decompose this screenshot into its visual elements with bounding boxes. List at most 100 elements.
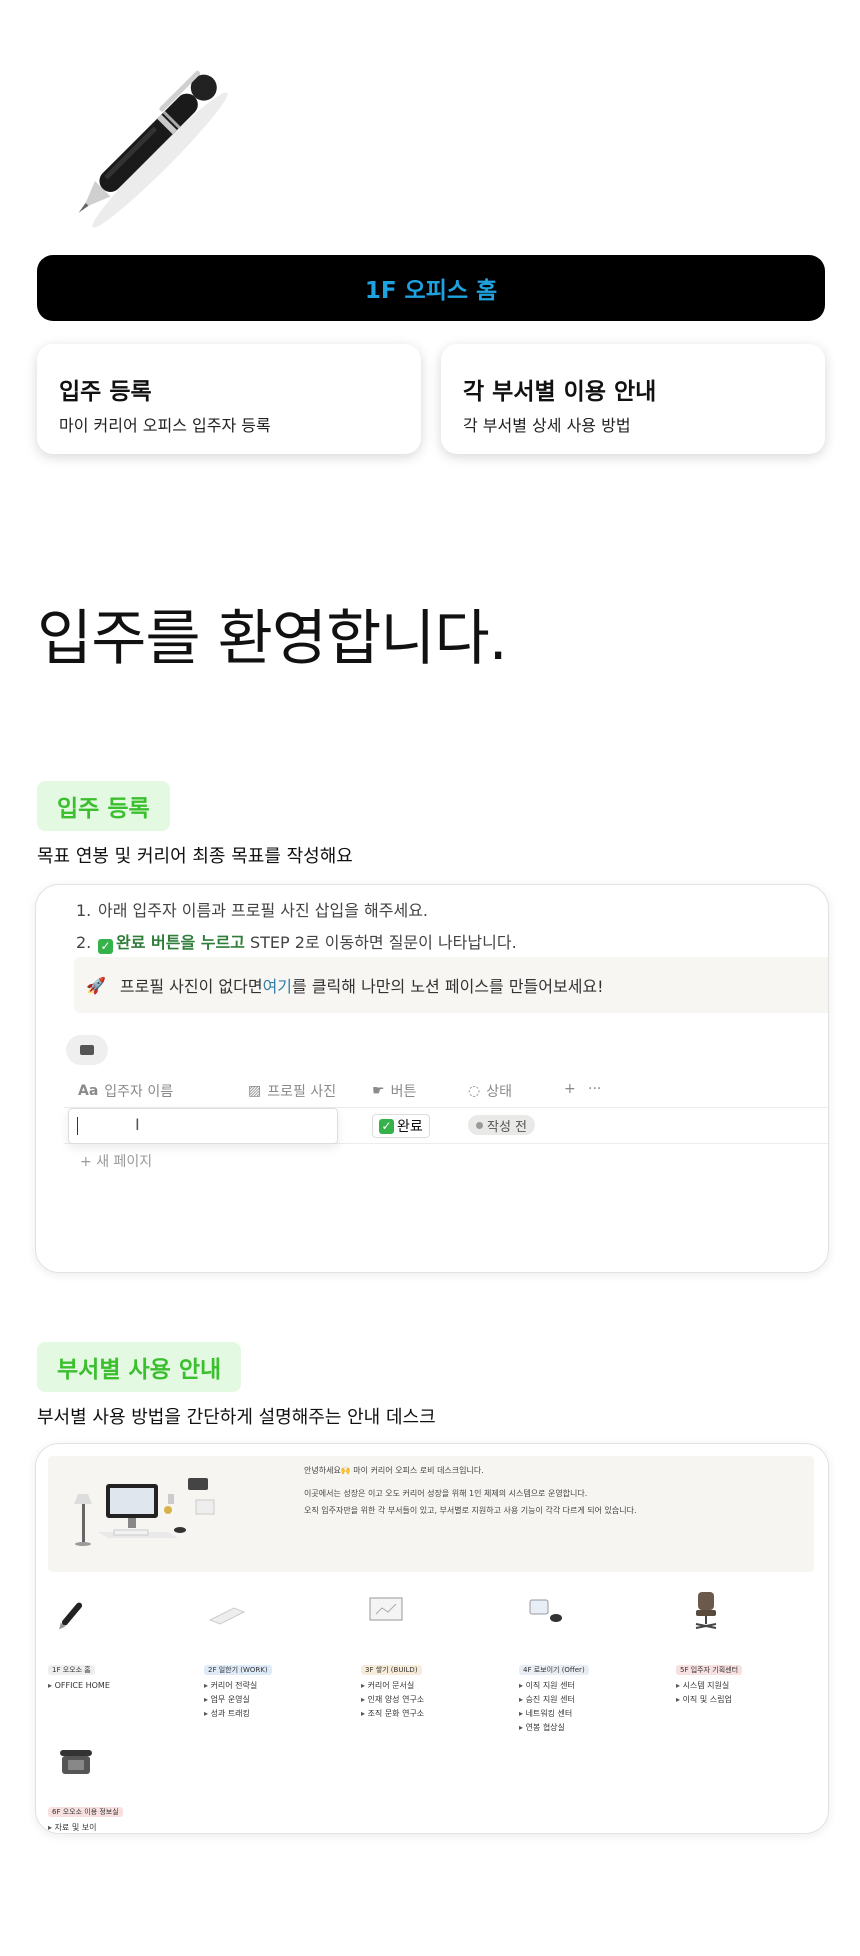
whiteboard-icon bbox=[369, 1597, 403, 1621]
dept-item[interactable]: 승진 지원 센터 bbox=[519, 1693, 589, 1707]
step-number: 2. bbox=[76, 933, 92, 952]
registration-embed: 1. 아래 입주자 이름과 프로필 사진 삽입을 해주세요. 2. ✓ 완료 버튼을 … bbox=[35, 884, 829, 1273]
new-page-button[interactable]: + 새 페이지 bbox=[80, 1151, 152, 1171]
dept-items: 커리어 문서실 인재 양성 연구소 조직 문화 연구소 bbox=[361, 1679, 425, 1721]
dept-guide-section-tag: 부서별 사용 안내 bbox=[37, 1342, 242, 1392]
dept-office-home[interactable]: 1F 오오소 홈 OFFICE HOME bbox=[48, 1665, 110, 1693]
registration-card-title: 입주 등록 bbox=[59, 379, 152, 405]
text-cursor bbox=[77, 1117, 78, 1135]
pen-icon bbox=[59, 1602, 83, 1630]
checkmark-icon: ✓ bbox=[379, 1118, 394, 1134]
dept-item[interactable]: 이직 지원 센터 bbox=[519, 1679, 589, 1693]
dept-guide-nav-card[interactable]: 각 부서별 이용 안내 각 부서별 상세 사용 방법 bbox=[441, 344, 825, 454]
done-button-label: 완료 bbox=[397, 1119, 423, 1135]
dept-build[interactable]: 3F 쌓기 (BUILD) 커리어 문서실 인재 양성 연구소 조직 문화 연구… bbox=[361, 1665, 424, 1721]
plus-icon: + bbox=[80, 1154, 97, 1170]
lobby-desk-text: 안녕하세요🙌 마이 커리어 오피스 로비 데스크입니다. 이곳에서는 성장은 이… bbox=[304, 1462, 637, 1519]
dept-items: 이직 지원 센터 승진 지원 센터 네트워킹 센터 연봉 협상실 bbox=[519, 1679, 589, 1735]
dept-item[interactable]: 이직 및 스립업 bbox=[676, 1693, 742, 1707]
pen-illustration bbox=[50, 30, 260, 240]
status-label: 작성 전 bbox=[487, 1119, 528, 1135]
dept-item[interactable]: OFFICE HOME bbox=[48, 1679, 110, 1693]
dept-system[interactable]: 5F 입주자 기획센터 시스템 지원실 이직 및 스립업 bbox=[676, 1665, 743, 1707]
column-label: 상태 bbox=[486, 1084, 512, 1100]
lobby-line: 이곳에서는 성장은 이고 오도 커리어 성장을 위해 1인 체제의 시스템으로 … bbox=[304, 1489, 588, 1498]
column-label: 버튼 bbox=[390, 1084, 417, 1100]
add-property-button[interactable]: + bbox=[564, 1081, 576, 1097]
lobby-line: 안녕하세요🙌 마이 커리어 오피스 로비 데스크입니다. bbox=[304, 1466, 484, 1475]
office-home-banner[interactable]: 1F 오피스 홈 bbox=[37, 255, 825, 321]
step-highlight: 완료 버튼을 누르고 bbox=[116, 933, 245, 952]
floor-badge: 4F 로보이기 (Offer) bbox=[519, 1665, 589, 1675]
column-label: 프로필 사진 bbox=[267, 1084, 337, 1100]
column-header-status[interactable]: ◌ 상태 bbox=[468, 1081, 512, 1101]
new-page-label: 새 페이지 bbox=[96, 1154, 153, 1170]
callout-block: 🚀 프로필 사진이 없다면 여기 를 클릭해 나만의 노션 페이스를 만들어보세요… bbox=[74, 957, 828, 1013]
id-card-icon bbox=[529, 1599, 562, 1622]
floor-badge: 2F 일한기 (WORK) bbox=[204, 1665, 272, 1675]
column-label: 입주자 이름 bbox=[104, 1084, 174, 1100]
step-item: 1. 아래 입주자 이름과 프로필 사진 삽입을 해주세요. bbox=[76, 895, 517, 927]
office-chair-icon bbox=[695, 1592, 717, 1629]
checkmark-icon: ✓ bbox=[98, 939, 113, 954]
column-header-photo[interactable]: ▨ 프로필 사진 bbox=[248, 1081, 336, 1101]
floor-badge: 5F 입주자 기획센터 bbox=[676, 1665, 743, 1675]
ibeam-cursor-icon: I bbox=[135, 1115, 140, 1134]
rocket-icon: 🚀 bbox=[86, 975, 106, 995]
dept-guide-card-title: 각 부서별 이용 안내 bbox=[463, 379, 657, 405]
status-property-icon: ◌ bbox=[468, 1083, 481, 1099]
keyboard-icon bbox=[208, 1607, 246, 1625]
face-maker-link[interactable]: 여기 bbox=[263, 973, 292, 997]
callout-text-after: 를 클릭해 나만의 노션 페이스를 만들어보세요! bbox=[292, 977, 604, 996]
dept-item[interactable]: 인재 양성 연구소 bbox=[361, 1693, 425, 1707]
step-item: 2. ✓ 완료 버튼을 누르고 STEP 2로 이동하면 질문이 나타납니다. bbox=[76, 927, 517, 959]
status-dot bbox=[476, 1121, 483, 1129]
telephone-icon bbox=[60, 1750, 92, 1774]
dept-items: 시스템 지원실 이직 및 스립업 bbox=[676, 1679, 742, 1707]
registration-section-desc: 목표 연봉 및 커리어 최종 목표를 작성해요 bbox=[37, 846, 353, 867]
office-home-label: 1F 오피스 홈 bbox=[364, 278, 498, 304]
dept-items: 커리어 전략실 업무 운영실 성과 트래킹 bbox=[204, 1679, 272, 1721]
lobby-line: 오직 입주자만을 위한 각 부서들이 있고, 부서별로 지원하고 사용 기능이 … bbox=[304, 1506, 637, 1515]
dept-items: OFFICE HOME bbox=[48, 1679, 110, 1693]
registration-nav-card[interactable]: 입주 등록 마이 커리어 오피스 입주자 등록 bbox=[37, 344, 421, 454]
database-view-icon[interactable] bbox=[66, 1035, 108, 1065]
registration-section-tag: 입주 등록 bbox=[37, 781, 170, 831]
dept-item[interactable]: 연봉 협상실 bbox=[519, 1721, 589, 1735]
dept-guide-embed: 안녕하세요🙌 마이 커리어 오피스 로비 데스크입니다. 이곳에서는 성장은 이… bbox=[35, 1443, 829, 1834]
floor-badge: 3F 쌓기 (BUILD) bbox=[361, 1665, 422, 1675]
more-options-button[interactable]: ··· bbox=[588, 1081, 601, 1097]
dept-item[interactable]: 조직 문화 연구소 bbox=[361, 1707, 425, 1721]
step-number: 1. bbox=[76, 901, 92, 920]
dept-guide-card-subtitle: 각 부서별 상세 사용 방법 bbox=[463, 416, 631, 435]
done-button[interactable]: ✓ 완료 bbox=[372, 1114, 430, 1138]
step-text: STEP 2로 이동하면 질문이 나타납니다. bbox=[244, 933, 517, 952]
status-badge[interactable]: 작성 전 bbox=[468, 1115, 536, 1135]
desk-illustration bbox=[74, 1478, 215, 1546]
dept-item[interactable]: 시스템 지원실 bbox=[676, 1679, 742, 1693]
dept-work[interactable]: 2F 일한기 (WORK) 커리어 전략실 업무 운영실 성과 트래킹 bbox=[204, 1665, 272, 1721]
dept-item[interactable]: 자료 및 보이 bbox=[48, 1821, 123, 1833]
registration-card-subtitle: 마이 커리어 오피스 입주자 등록 bbox=[59, 416, 271, 435]
floor-badge: 1F 오오소 홈 bbox=[48, 1665, 95, 1675]
dept-item[interactable]: 성과 트래킹 bbox=[204, 1707, 272, 1721]
dept-item[interactable]: 네트워킹 센터 bbox=[519, 1707, 589, 1721]
column-header-button[interactable]: ☛ 버튼 bbox=[372, 1081, 416, 1101]
dept-item[interactable]: 커리어 문서실 bbox=[361, 1679, 424, 1693]
dept-item[interactable]: 업무 운영실 bbox=[204, 1693, 272, 1707]
dept-offer[interactable]: 4F 로보이기 (Offer) 이직 지원 센터 승진 지원 센터 네트워킹 센… bbox=[519, 1665, 589, 1735]
dept-items: 자료 및 보이 bbox=[48, 1821, 123, 1833]
floor-badge: 6F 오오소 이용 정보실 bbox=[48, 1807, 123, 1817]
callout-text-before: 프로필 사진이 없다면 bbox=[119, 977, 263, 996]
welcome-heading: 입주를 환영합니다. bbox=[37, 604, 508, 674]
column-header-name[interactable]: Aa 입주자 이름 bbox=[78, 1081, 173, 1101]
image-property-icon: ▨ bbox=[248, 1083, 262, 1099]
more-icon: ··· bbox=[588, 1081, 602, 1097]
dept-guide-section-desc: 부서별 사용 방법을 간단하게 설명해주는 안내 데스크 bbox=[37, 1407, 436, 1428]
pointer-property-icon: ☛ bbox=[372, 1083, 385, 1099]
resident-name-input[interactable]: I bbox=[68, 1108, 338, 1144]
step-list: 1. 아래 입주자 이름과 프로필 사진 삽입을 해주세요. 2. ✓ 완료 버튼을 … bbox=[76, 895, 517, 959]
dept-item[interactable]: 커리어 전략실 bbox=[204, 1679, 272, 1693]
dept-info[interactable]: 6F 오오소 이용 정보실 자료 및 보이 bbox=[48, 1807, 123, 1833]
lobby-desk-panel: 안녕하세요🙌 마이 커리어 오피스 로비 데스크입니다. 이곳에서는 성장은 이… bbox=[48, 1456, 814, 1572]
